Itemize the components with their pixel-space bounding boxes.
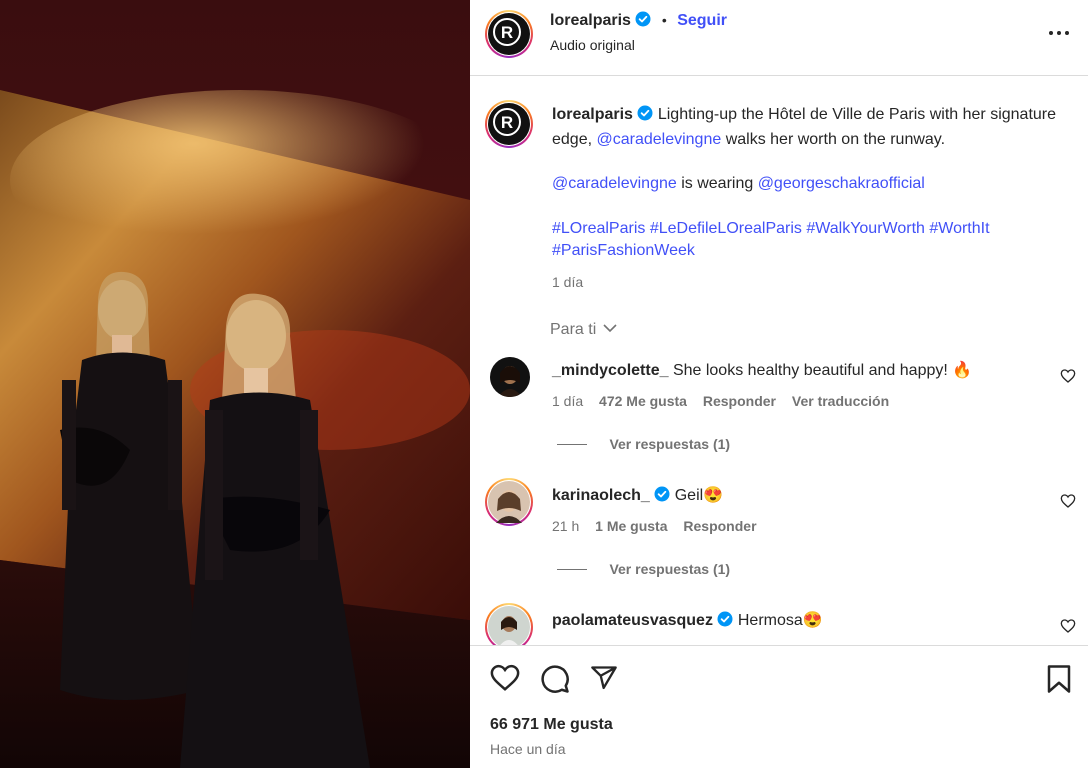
svg-text:R: R	[501, 113, 513, 132]
comment-text: She looks healthy beautiful and happy! 🔥	[672, 362, 973, 379]
caption-text-3: is wearing	[676, 175, 758, 192]
comment-text: Geil😍	[674, 487, 724, 504]
heart-icon[interactable]	[1060, 368, 1076, 389]
sort-comments-dropdown[interactable]: Para ti	[550, 320, 617, 339]
view-replies-button[interactable]: Ver respuestas (1)	[557, 436, 730, 454]
post-actions-footer: 66 971 Me gusta Hace un día	[470, 645, 1088, 769]
comment-username[interactable]: paolamateusvasquez	[552, 612, 713, 629]
reply-button[interactable]: Responder	[683, 518, 756, 534]
reply-button[interactable]: Responder	[703, 393, 776, 409]
comment-time[interactable]: 21 h	[552, 518, 579, 534]
caption-text-2: walks her worth on the runway.	[721, 130, 946, 148]
post-details-panel: R lorealparis • Seguir Audio original R	[470, 0, 1088, 769]
mention-link[interactable]: @caradelevingne	[552, 175, 677, 192]
separator-dot: •	[661, 12, 667, 28]
bookmark-icon[interactable]	[1046, 664, 1072, 699]
comment-likes[interactable]: 472 Me gusta	[599, 393, 687, 409]
comment: _mindycolette_ She looks healthy beautif…	[552, 360, 972, 380]
heart-icon[interactable]	[1060, 618, 1076, 639]
svg-text:R: R	[501, 23, 513, 42]
hashtags-line[interactable]: #ParisFashionWeek	[552, 240, 1072, 263]
view-replies-label: Ver respuestas (1)	[609, 561, 731, 577]
runway-image	[0, 0, 470, 768]
verified-icon	[637, 105, 653, 129]
follow-button[interactable]: Seguir	[677, 12, 727, 29]
view-replies-button[interactable]: Ver respuestas (1)	[557, 561, 730, 579]
verified-icon	[635, 11, 651, 32]
loreal-logo-icon: R	[493, 18, 521, 46]
replies-divider	[557, 569, 587, 571]
more-icon[interactable]	[1048, 22, 1070, 49]
comment-text: Hermosa😍	[737, 612, 823, 629]
post-video[interactable]	[0, 0, 470, 768]
verified-icon	[717, 611, 733, 632]
author-username[interactable]: lorealparis	[550, 12, 631, 29]
caption-time[interactable]: 1 día	[552, 271, 1072, 294]
caption-username[interactable]: lorealparis	[552, 106, 633, 123]
view-replies-label: Ver respuestas (1)	[609, 436, 731, 452]
mention-link[interactable]: @georgeschakraofficial	[758, 175, 925, 192]
post-header: R lorealparis • Seguir Audio original	[470, 0, 1088, 76]
comment-username[interactable]: _mindycolette_	[552, 362, 668, 379]
avatar[interactable]	[490, 357, 530, 397]
verified-icon	[654, 486, 670, 507]
author-avatar[interactable]: R	[485, 10, 533, 58]
mention-link[interactable]: @caradelevingne	[596, 131, 721, 148]
loreal-logo-icon: R	[493, 108, 521, 136]
caption-avatar[interactable]: R	[485, 100, 533, 148]
replies-divider	[557, 444, 587, 446]
comment-icon[interactable]	[540, 664, 570, 699]
hashtags-line[interactable]: #LOrealParis #LeDefileLOrealParis #WalkY…	[552, 218, 1072, 241]
likes-count[interactable]: 66 971 Me gusta	[490, 716, 613, 734]
comment: paolamateusvasquez Hermosa😍	[552, 610, 823, 632]
share-icon[interactable]	[590, 664, 618, 697]
comment-meta: 1 día 472 Me gusta Responder Ver traducc…	[552, 393, 889, 409]
comment-time[interactable]: 1 día	[552, 393, 583, 409]
post-date[interactable]: Hace un día	[490, 741, 566, 757]
comment: karinaolech_ Geil😍	[552, 485, 723, 507]
translate-button[interactable]: Ver traducción	[792, 393, 889, 409]
sort-label: Para ti	[550, 321, 597, 338]
audio-label[interactable]: Audio original	[550, 37, 635, 53]
heart-icon[interactable]	[490, 664, 520, 697]
comment-meta: 21 h 1 Me gusta Responder	[552, 518, 757, 534]
comment-likes[interactable]: 1 Me gusta	[595, 518, 667, 534]
avatar[interactable]	[485, 603, 533, 651]
chevron-down-icon	[603, 320, 617, 338]
post-caption: lorealparis Lighting-up the Hôtel de Vil…	[552, 104, 1072, 293]
avatar[interactable]	[485, 478, 533, 526]
heart-icon[interactable]	[1060, 493, 1076, 514]
comment-username[interactable]: karinaolech_	[552, 487, 650, 504]
